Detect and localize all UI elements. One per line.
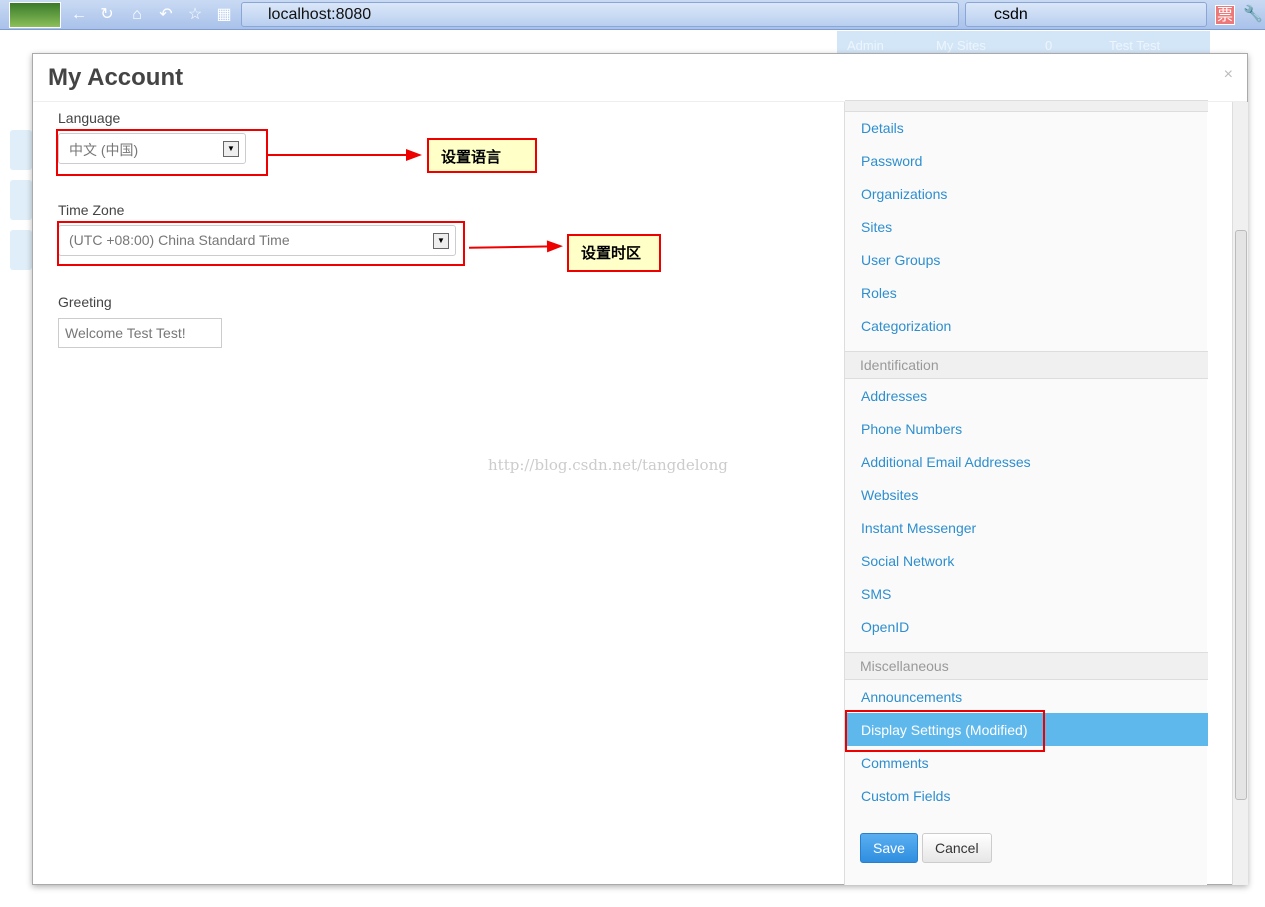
- portal-topbar: Admin My Sites 0 Test Test: [837, 31, 1210, 55]
- annotation-box: [845, 710, 1045, 752]
- annotation-arrow: [268, 149, 422, 161]
- back-icon[interactable]: ←: [69, 5, 89, 25]
- scrollbar-thumb[interactable]: [1235, 230, 1247, 800]
- nav-details[interactable]: Details: [861, 120, 904, 136]
- nav-announcements[interactable]: Announcements: [861, 689, 962, 705]
- nav-phone-numbers[interactable]: Phone Numbers: [861, 421, 962, 437]
- topbar-admin[interactable]: Admin: [847, 38, 884, 53]
- timezone-label: Time Zone: [58, 202, 125, 218]
- search-text: csdn: [994, 6, 1028, 23]
- nav-organizations[interactable]: Organizations: [861, 186, 947, 202]
- save-button[interactable]: Save: [860, 833, 918, 863]
- star-icon[interactable]: ☆: [185, 5, 205, 25]
- nav-password[interactable]: Password: [861, 153, 922, 169]
- annotation-timezone: 设置时区: [567, 234, 661, 272]
- dock-icon[interactable]: [10, 180, 32, 220]
- annotation-box: [56, 129, 268, 176]
- modal-title: My Account: [48, 64, 184, 91]
- nav-sms[interactable]: SMS: [861, 586, 891, 602]
- nav-social-network[interactable]: Social Network: [861, 553, 954, 569]
- section-miscellaneous: Miscellaneous: [845, 652, 1208, 680]
- nav-openid[interactable]: OpenID: [861, 619, 909, 635]
- close-icon[interactable]: ×: [1224, 66, 1233, 84]
- topbar-my-sites[interactable]: My Sites: [936, 38, 986, 53]
- topbar-notifications[interactable]: 0: [1045, 38, 1052, 53]
- nav-websites[interactable]: Websites: [861, 487, 918, 503]
- language-label: Language: [58, 110, 121, 126]
- scrollbar[interactable]: [1232, 102, 1248, 885]
- annotation-arrow: [468, 245, 560, 249]
- reload-icon[interactable]: ↻: [97, 5, 117, 25]
- nav-custom-fields[interactable]: Custom Fields: [861, 788, 950, 804]
- annotation-language: 设置语言: [427, 138, 537, 173]
- nav-addresses[interactable]: Addresses: [861, 388, 927, 404]
- nav-categorization[interactable]: Categorization: [861, 318, 951, 334]
- watermark: http://blog.csdn.net/tangdelong: [488, 456, 728, 474]
- greeting-label: Greeting: [58, 294, 112, 310]
- wrench-icon[interactable]: 🔧: [1243, 5, 1263, 25]
- dock-icon[interactable]: [10, 230, 32, 270]
- section-identification: Identification: [845, 351, 1208, 379]
- annotation-box: [57, 221, 465, 266]
- nav-user-groups[interactable]: User Groups: [861, 252, 940, 268]
- topbar-user[interactable]: Test Test: [1109, 38, 1160, 53]
- search-box[interactable]: csdn: [965, 2, 1207, 27]
- nav-instant-messenger[interactable]: Instant Messenger: [861, 520, 976, 536]
- cancel-button[interactable]: Cancel: [922, 833, 992, 863]
- nav-additional-emails[interactable]: Additional Email Addresses: [861, 454, 1031, 470]
- extension-icon[interactable]: 票: [1215, 5, 1235, 25]
- home-icon[interactable]: ⌂: [127, 5, 147, 25]
- nav-comments[interactable]: Comments: [861, 755, 929, 771]
- apps-icon[interactable]: ▦: [214, 5, 234, 25]
- undo-icon[interactable]: ↶: [156, 5, 176, 25]
- nav-roles[interactable]: Roles: [861, 285, 897, 301]
- sidebar-nav: Details Password Organizations Sites Use…: [844, 100, 1208, 885]
- nav-sites[interactable]: Sites: [861, 219, 892, 235]
- dock-icon[interactable]: [10, 130, 32, 170]
- address-bar[interactable]: localhost:8080: [241, 2, 959, 27]
- section-header: [845, 100, 1208, 112]
- browser-toolbar: ← ↻ ⌂ ↶ ☆ ▦ localhost:8080 csdn 票 🔧: [0, 0, 1265, 30]
- my-account-modal: My Account × Language 中文 (中国) ▼ 设置语言 Time …: [32, 53, 1248, 885]
- greeting-input[interactable]: Welcome Test Test!: [58, 318, 222, 348]
- app-icon[interactable]: [9, 2, 61, 28]
- url-text: localhost:8080: [268, 6, 372, 23]
